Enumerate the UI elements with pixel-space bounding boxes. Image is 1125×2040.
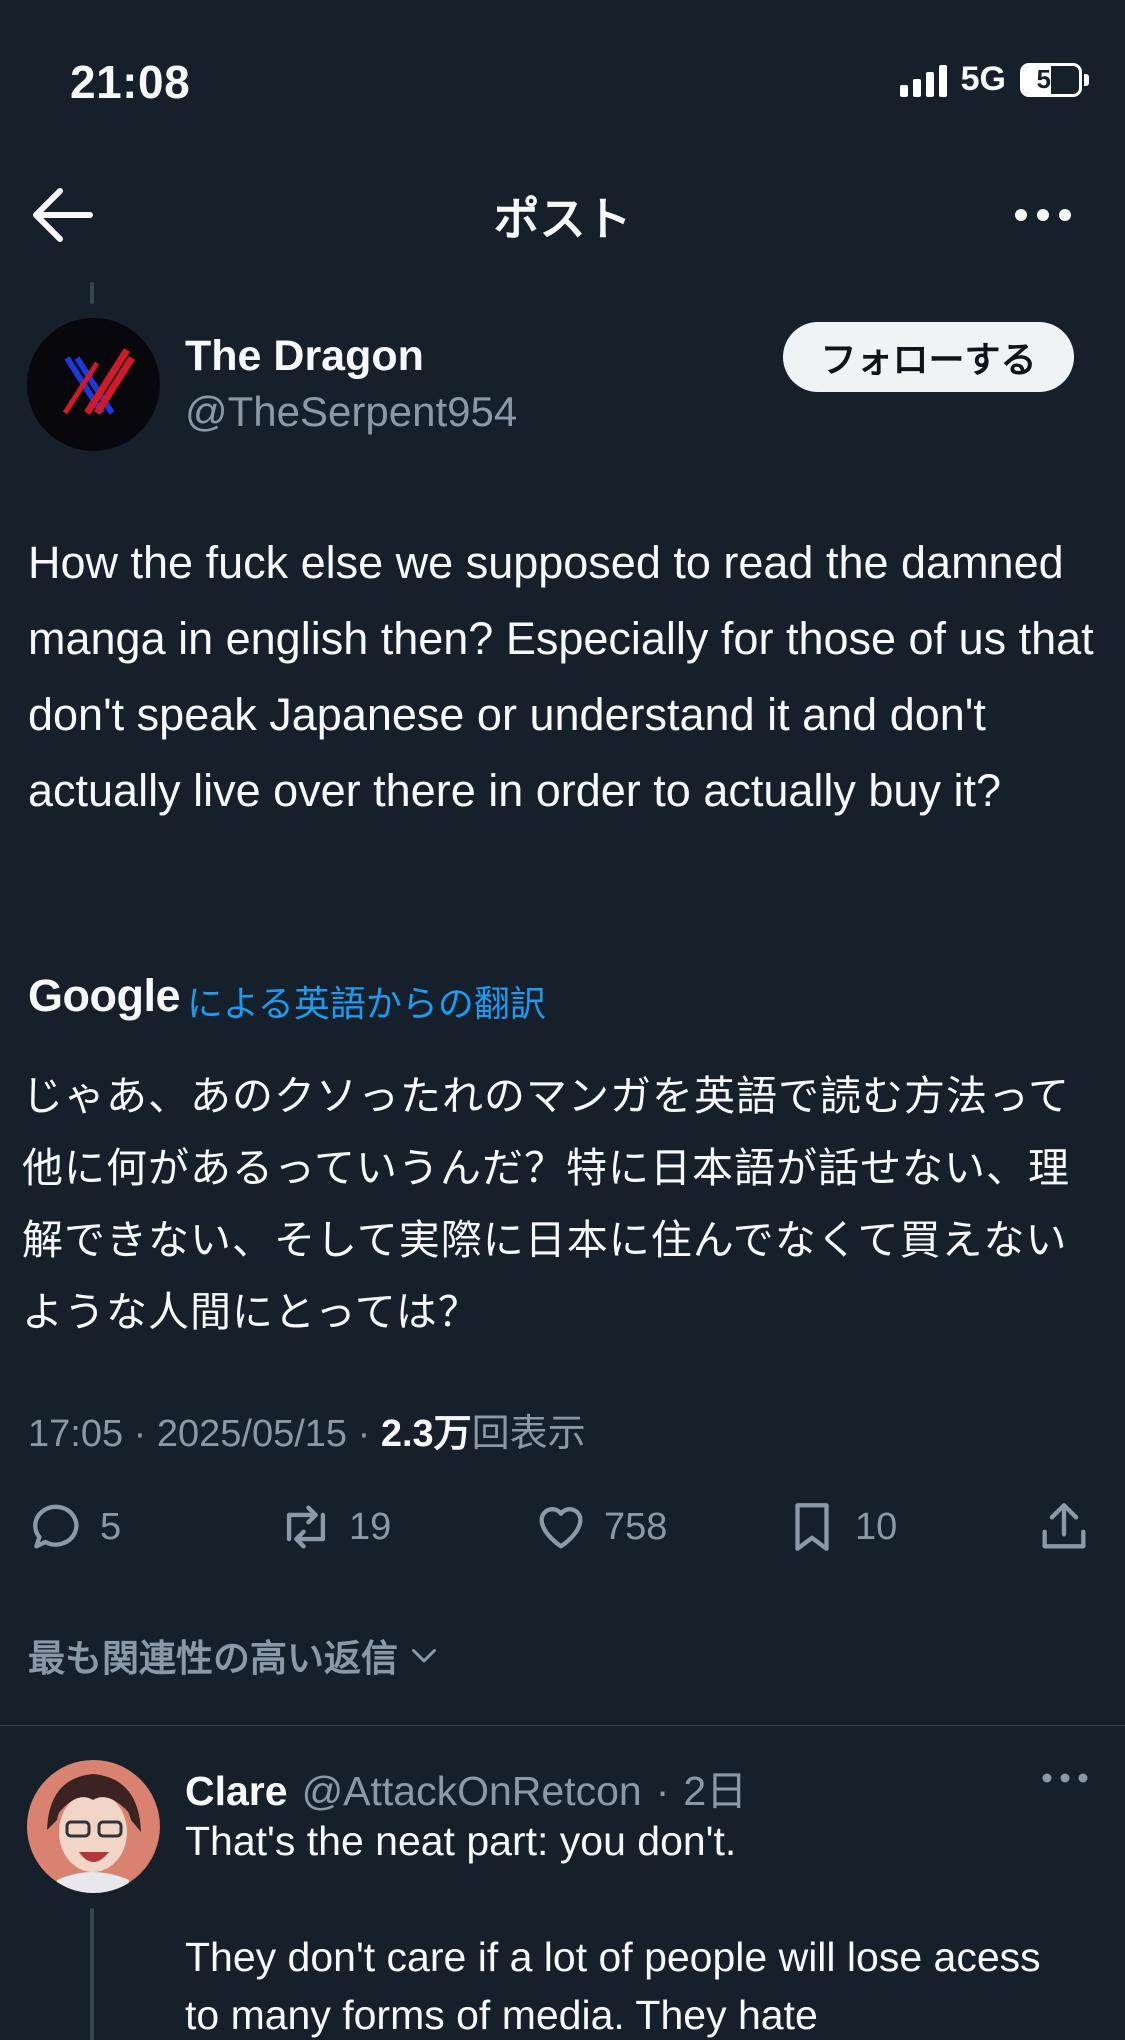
avatar[interactable] [27,318,160,451]
share-icon [1042,1503,1086,1549]
author-handle[interactable]: @TheSerpent954 [185,388,517,436]
translated-line: 他に何があるっていうんだ？特に日本語が話せない、理 [22,1145,1070,1191]
bookmark-button[interactable]: 10 [783,1498,897,1556]
translated-text: じゃあ、あのクソったれのマンガを英語で読む方法って 他に何があるっていうんだ？特… [22,1060,1112,1348]
heart-icon [539,1507,583,1549]
google-logo-text: Google [28,970,181,1021]
repost-button[interactable]: 19 [277,1498,391,1556]
avatar-image [27,318,159,450]
translated-line: じゃあ、あのクソったれのマンガを英語で読む方法って [22,1073,1070,1119]
more-horizontal-icon[interactable] [1013,202,1073,228]
replies-sort-dropdown[interactable]: 最も関連性の高い返信 [28,1628,442,1682]
translated-line: ような人間にとっては？ [22,1289,480,1335]
reply-count: 5 [100,1505,122,1548]
cellular-signal-icon [899,63,947,97]
reply-icon [33,1504,79,1549]
reply-time: 2日 [683,1768,748,1814]
post-meta: 17:05 · 2025/05/15 · 2.3万回表示 [28,1413,586,1455]
reply-avatar-image [27,1760,159,1893]
author-name[interactable]: The Dragon [185,332,424,381]
post-time: 17:05 [28,1413,124,1455]
reply-header: Clare @AttackOnRetcon · 2日 [185,1757,747,1817]
translation-link[interactable]: による英語からの翻訳 [187,975,546,1027]
follow-button[interactable]: フォローする [783,322,1074,392]
separator-dot: · [655,1768,670,1814]
status-time: 21:08 [70,56,191,108]
google-logo: Google [28,970,181,1022]
views-count[interactable]: 2.3万 [381,1413,472,1455]
reply-text: That's the neat part: you don't. They do… [185,1812,1085,2040]
reply-author-name[interactable]: Clare [185,1768,288,1815]
repost-icon [286,1505,326,1549]
post-text: How the fuck else we supposed to read th… [28,537,1094,816]
more-horizontal-icon[interactable] [1041,1768,1089,1788]
network-type: 5G [960,60,1006,98]
battery-icon: 50 [1020,62,1089,97]
repost-count: 19 [349,1505,392,1548]
post-date: 2025/05/15 [156,1413,348,1455]
translated-line: 解できない、そして実際に日本に住んでなくて買えない [22,1217,1068,1263]
like-button[interactable]: 758 [532,1498,667,1556]
page-title: ポスト [493,193,632,245]
divider [0,1725,1125,1726]
status-indicators: 5G 50 [899,60,1089,99]
bookmark-count: 10 [855,1505,898,1548]
reply-paragraph: That's the neat part: you don't. [185,1818,737,1864]
screen: 21:08 5G 50 ポスト The Dragon @TheSerpent95… [0,0,1125,2040]
replies-sort-label: 最も関連性の高い返信 [28,1638,398,1679]
thread-connector [90,282,94,304]
reply-author-handle[interactable]: @AttackOnRetcon [302,1768,642,1815]
views-label: 回表示 [471,1413,586,1455]
reply-button[interactable]: 5 [28,1498,121,1556]
bookmark-icon [795,1503,829,1551]
reply-avatar[interactable] [27,1760,160,1893]
thread-connector [90,1908,94,2040]
battery-percentage: 50 [1036,64,1066,94]
reply-paragraph: They don't care if a lot of people will … [185,1934,1041,2038]
like-count: 758 [604,1505,668,1548]
share-button[interactable] [1035,1498,1093,1556]
chevron-down-icon [412,1649,436,1663]
